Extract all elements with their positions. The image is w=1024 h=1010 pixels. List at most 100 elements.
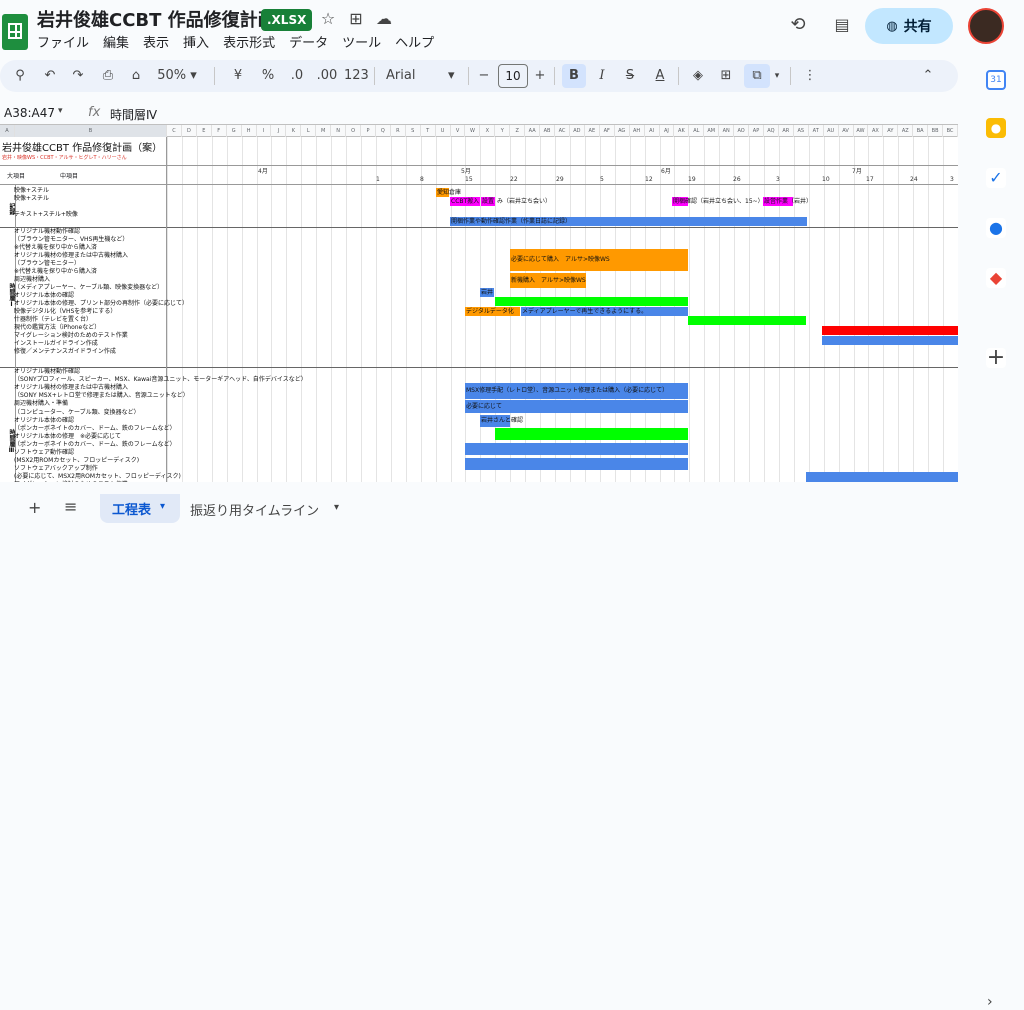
borders-icon[interactable]: ⊞ <box>716 64 736 88</box>
menu-tools[interactable]: ツール <box>342 32 381 52</box>
gantt-bar[interactable]: 設置 <box>481 197 495 206</box>
fill-color-icon[interactable]: ◈ <box>688 64 708 88</box>
gantt-bar[interactable]: メディアプレーヤーで再生できるようにする。 <box>521 307 688 316</box>
task-row-label[interactable]: （ポンカーボネイトのカバー、ドーム、鉄のフレームなど） <box>14 441 176 448</box>
search-icon[interactable]: ⚲ <box>10 64 30 88</box>
task-row-label[interactable]: オリジナル本体の確認 <box>14 417 74 424</box>
font-size-input[interactable]: 10 <box>498 64 528 88</box>
font-size-increase-button[interactable]: + <box>532 64 548 88</box>
gantt-bar[interactable]: 開梱作業や動作確認作業（作業日誌に記録） <box>450 217 807 226</box>
column-header[interactable]: AD <box>570 125 585 137</box>
column-header[interactable]: AF <box>600 125 615 137</box>
gantt-bar[interactable]: 岩井 <box>480 288 494 297</box>
task-row-label[interactable]: オリジナル本体の修理、プリント部分の再制作（必要に応じて） <box>14 300 188 307</box>
task-row-label[interactable]: マイグレーション検討のためのテスト作業 <box>14 332 128 339</box>
maps-icon[interactable]: ◆ <box>986 268 1006 288</box>
column-header[interactable]: T <box>421 125 436 137</box>
version-history-icon[interactable]: ⟲ <box>787 14 809 36</box>
task-row-label[interactable]: (必要に応じて、MSX2用ROMカセット、フロッピーディスク) <box>14 473 181 480</box>
column-header[interactable]: D <box>182 125 197 137</box>
column-header[interactable]: L <box>301 125 317 137</box>
section-label[interactable]: 時間層Ⅰ <box>1 275 15 315</box>
strikethrough-button[interactable]: S <box>620 64 640 88</box>
column-header[interactable]: AG <box>615 125 630 137</box>
column-header[interactable]: O <box>346 125 362 137</box>
column-header[interactable]: R <box>391 125 406 137</box>
gantt-bar[interactable] <box>495 297 688 306</box>
task-row-label[interactable]: オリジナル本体の修理 ※必要に応じて <box>14 433 121 440</box>
column-header[interactable]: AO <box>734 125 750 137</box>
column-header[interactable]: BA <box>913 125 929 137</box>
gantt-bar[interactable] <box>495 428 688 440</box>
task-row-label[interactable]: オリジナル機材動作確認 <box>14 368 80 375</box>
task-row-label[interactable]: (MSX2用ROMカセット、フロッピーディスク) <box>14 457 139 464</box>
column-header[interactable]: J <box>271 125 287 137</box>
task-row-label[interactable]: （ブラウン管モニター） <box>14 260 80 267</box>
task-row-label[interactable]: （SONY MSX+レトロ堂で修理または購入、音源ユニットなど） <box>14 392 189 399</box>
column-header[interactable]: W <box>465 125 481 137</box>
more-options-icon[interactable]: ⋮ <box>800 64 820 88</box>
column-header[interactable]: AX <box>868 125 884 137</box>
redo-icon[interactable]: ↷ <box>68 64 88 88</box>
keep-icon[interactable]: ● <box>986 118 1006 138</box>
gantt-bar[interactable] <box>822 336 958 345</box>
column-header[interactable]: AQ <box>764 125 779 137</box>
task-row-label[interactable]: マイグレーション検討のためのテスト作業 <box>14 481 128 482</box>
move-folder-icon[interactable]: ⊞ <box>346 9 366 29</box>
formula-input[interactable]: 時間層Ⅳ <box>110 106 157 123</box>
gantt-bar[interactable]: 必要に応じて <box>465 400 688 413</box>
column-header[interactable]: F <box>212 125 227 137</box>
column-header[interactable]: C <box>167 125 182 137</box>
column-header[interactable]: S <box>406 125 421 137</box>
column-header[interactable]: K <box>286 125 302 137</box>
column-header[interactable]: AW <box>854 125 869 137</box>
print-icon[interactable]: ⎙ <box>98 64 118 88</box>
increase-decimal-button[interactable]: .00 <box>314 64 340 88</box>
gantt-bar[interactable]: CCBT搬入 <box>450 197 480 206</box>
header-item[interactable]: 大項目 <box>7 171 25 180</box>
column-header[interactable]: V <box>451 125 466 137</box>
menu-file[interactable]: ファイル <box>37 32 89 52</box>
chevron-down-icon[interactable]: ▾ <box>334 502 339 513</box>
column-header[interactable]: AH <box>630 125 645 137</box>
gantt-bar[interactable]: 設営作業（岩井） <box>763 197 812 206</box>
sheet-title[interactable]: 岩井俊雄CCBT 作品修復計画（案） <box>2 139 162 154</box>
task-row-label[interactable]: 現代の鑑賞方法（iPhoneなど） <box>14 324 100 331</box>
paint-format-icon[interactable]: ⌂ <box>126 64 146 88</box>
menu-insert[interactable]: 挿入 <box>183 32 209 52</box>
percent-button[interactable]: % <box>258 64 278 88</box>
italic-button[interactable]: I <box>592 64 612 88</box>
chevron-right-icon[interactable]: › <box>987 994 993 1010</box>
gantt-bar[interactable]: 必要に応じて購入 アルサ>映像WS <box>510 249 688 271</box>
column-header[interactable]: AZ <box>898 125 914 137</box>
column-header[interactable]: Y <box>495 125 511 137</box>
column-header[interactable]: AK <box>674 125 690 137</box>
comments-icon[interactable]: ▤ <box>831 14 853 36</box>
column-header[interactable]: AR <box>779 125 794 137</box>
task-row-label[interactable]: （メディアプレーヤー、ケーブル類、映像変換器など） <box>14 284 163 291</box>
column-header[interactable]: A <box>0 125 15 137</box>
sheet-tab-1[interactable]: 工程表 <box>112 499 151 518</box>
task-row-label[interactable]: （ブラウン管モニター、VHS再生機など） <box>14 236 128 243</box>
menu-data[interactable]: データ <box>289 32 328 52</box>
column-header[interactable]: I <box>257 125 272 137</box>
number-format-button[interactable]: 123 <box>344 64 369 88</box>
gantt-bar[interactable]: MSX修理手配（レトロ堂）、音源ユニット修理または購入（必要に応じて） <box>465 383 688 399</box>
task-row-label[interactable]: オリジナル機材の修理または中古機材購入 <box>14 252 128 259</box>
gantt-bar[interactable] <box>806 472 958 482</box>
column-header[interactable]: AL <box>689 125 705 137</box>
gantt-bar[interactable]: 開梱確認（岩井立ち会い、15~） <box>672 197 764 206</box>
gantt-bar[interactable]: み（岩井立ち会い） <box>496 197 551 206</box>
column-header[interactable]: Z <box>510 125 526 137</box>
task-row-label[interactable]: ※代替え機を探り中から購入済 <box>14 244 97 251</box>
task-row-label[interactable]: テキスト+スチル+映像 <box>14 211 78 218</box>
gantt-bar[interactable]: 愛知倉庫 <box>436 188 461 197</box>
column-header[interactable]: M <box>316 125 332 137</box>
gantt-bar[interactable] <box>465 443 688 455</box>
legend-line[interactable]: 岩井・映像WS・CCBT・アルサ・ヒグレT・ハリーさん <box>2 154 127 161</box>
column-header[interactable]: AI <box>645 125 660 137</box>
column-header[interactable]: B <box>15 125 167 137</box>
spreadsheet-grid[interactable]: A B C D E F G H I J K L M N O P Q R S T U V W X Y Z AA AB AC AD AE AF AG… <box>0 124 958 482</box>
sheet-tab-2[interactable]: 振返り用タイムライン <box>190 500 319 519</box>
column-header[interactable]: AY <box>883 125 899 137</box>
